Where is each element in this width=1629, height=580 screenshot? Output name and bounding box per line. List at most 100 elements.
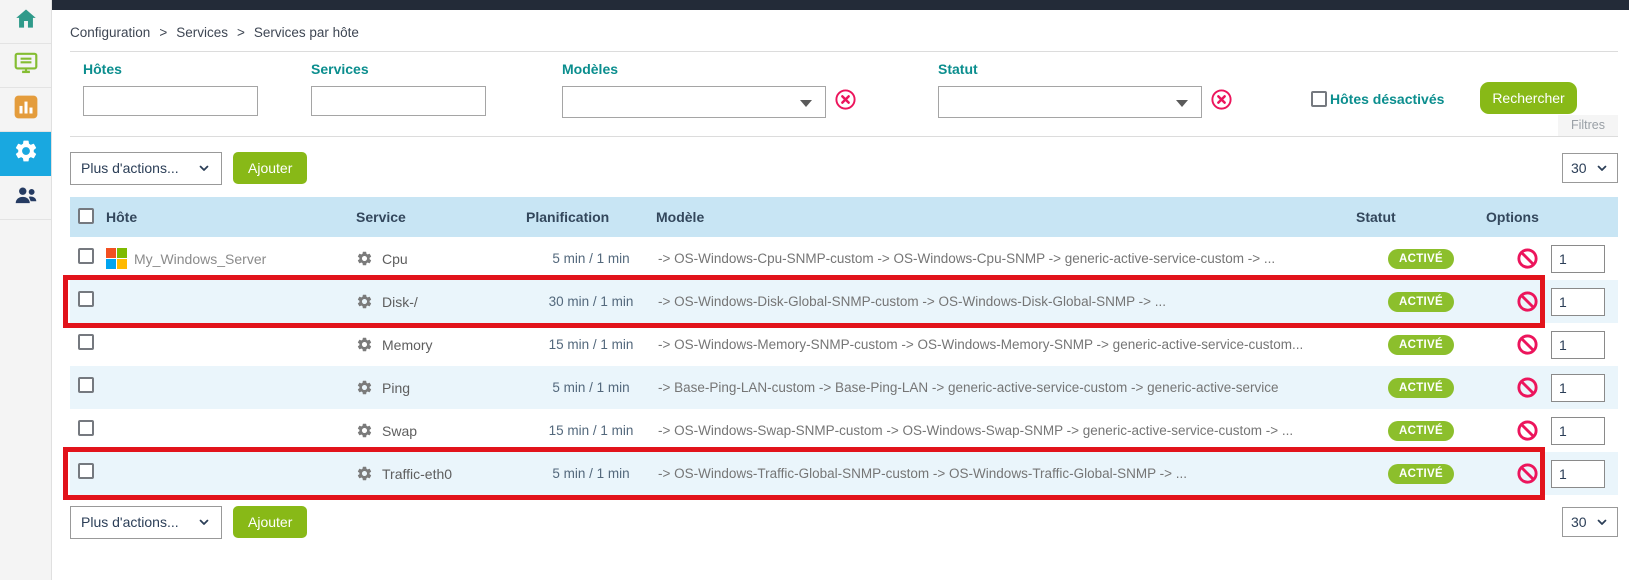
more-actions-label: Plus d'actions...: [81, 514, 179, 530]
service-name[interactable]: Swap: [382, 423, 417, 439]
duplicate-count-input[interactable]: [1551, 374, 1605, 402]
services-by-host-page: Configuration > Services > Services par …: [0, 0, 1629, 580]
scheduling-value: 15 min / 1 min: [526, 323, 656, 366]
breadcrumb-item-services[interactable]: Services: [176, 25, 228, 40]
search-button[interactable]: Rechercher: [1480, 82, 1577, 114]
duplicate-count-input[interactable]: [1551, 288, 1605, 316]
duplicate-count-input[interactable]: [1551, 460, 1605, 488]
disable-icon[interactable]: [1516, 462, 1539, 485]
row-checkbox[interactable]: [78, 463, 94, 479]
services-table: Hôte Service Planification Modèle Statut…: [70, 197, 1618, 495]
template-chain: -> Base-Ping-LAN-custom -> Base-Ping-LAN…: [656, 366, 1356, 409]
breadcrumb-separator: >: [237, 25, 245, 40]
more-actions-select[interactable]: Plus d'actions...: [70, 152, 222, 185]
service-name[interactable]: Traffic-eth0: [382, 466, 452, 482]
status-filter-clear-icon[interactable]: [1210, 88, 1233, 111]
templates-filter-label: Modèles: [562, 61, 826, 77]
chevron-down-icon: [197, 161, 211, 175]
header-status: Statut: [1356, 197, 1486, 237]
host-name[interactable]: My_Windows_Server: [134, 251, 266, 267]
add-button[interactable]: Ajouter: [233, 152, 307, 184]
duplicate-count-input[interactable]: [1551, 245, 1605, 273]
disable-icon[interactable]: [1516, 376, 1539, 399]
gear-icon: [356, 293, 373, 310]
page-size-select[interactable]: 30: [1562, 507, 1618, 537]
more-actions-select[interactable]: Plus d'actions...: [70, 506, 222, 539]
row-checkbox[interactable]: [78, 420, 94, 436]
status-badge: ACTIVÉ: [1388, 335, 1454, 355]
scheduling-value: 5 min / 1 min: [526, 237, 656, 280]
gear-icon: [13, 138, 39, 169]
disable-icon[interactable]: [1516, 333, 1539, 356]
row-checkbox[interactable]: [78, 291, 94, 307]
status-badge: ACTIVÉ: [1388, 464, 1454, 484]
template-chain: -> OS-Windows-Traffic-Global-SNMP-custom…: [656, 452, 1356, 495]
home-icon: [13, 6, 39, 37]
sidebar: [0, 0, 52, 580]
breadcrumb-item-configuration[interactable]: Configuration: [70, 25, 150, 40]
services-filter-input[interactable]: [311, 86, 486, 116]
status-filter-label: Statut: [938, 61, 1202, 77]
gear-icon: [356, 422, 373, 439]
table-header-row: Hôte Service Planification Modèle Statut…: [70, 197, 1618, 237]
service-name[interactable]: Memory: [382, 337, 433, 353]
gear-icon: [356, 250, 373, 267]
row-checkbox[interactable]: [78, 248, 94, 264]
services-filter-label: Services: [311, 61, 486, 77]
hosts-filter-input[interactable]: [83, 86, 258, 116]
duplicate-count-input[interactable]: [1551, 331, 1605, 359]
monitor-list-icon: [13, 50, 39, 81]
disabled-hosts-checkbox[interactable]: [1311, 91, 1327, 107]
service-name[interactable]: Cpu: [382, 251, 408, 267]
status-filter-select[interactable]: [938, 86, 1202, 118]
scheduling-value: 5 min / 1 min: [526, 452, 656, 495]
users-icon: [13, 182, 39, 213]
sidebar-item-home[interactable]: [0, 0, 51, 44]
breadcrumb: Configuration > Services > Services par …: [70, 23, 1618, 41]
gear-icon: [356, 465, 373, 482]
header-service: Service: [356, 197, 526, 237]
chevron-down-icon: [1595, 515, 1609, 529]
scheduling-value: 15 min / 1 min: [526, 409, 656, 452]
row-checkbox[interactable]: [78, 377, 94, 393]
filters-caption: Filtres: [1558, 115, 1618, 136]
disabled-hosts-toggle[interactable]: Hôtes désactivés: [1311, 91, 1444, 107]
chevron-down-icon: [197, 515, 211, 529]
service-name[interactable]: Ping: [382, 380, 410, 396]
disable-icon[interactable]: [1516, 247, 1539, 270]
disabled-hosts-label: Hôtes désactivés: [1330, 91, 1444, 107]
select-all-checkbox[interactable]: [78, 208, 94, 224]
scheduling-value: 5 min / 1 min: [526, 366, 656, 409]
gear-icon: [356, 336, 373, 353]
breadcrumb-item-services-par-hote: Services par hôte: [254, 25, 359, 40]
bar-chart-icon: [13, 94, 39, 125]
disable-icon[interactable]: [1516, 419, 1539, 442]
duplicate-count-input[interactable]: [1551, 417, 1605, 445]
table-row: Memory 15 min / 1 min -> OS-Windows-Memo…: [70, 323, 1618, 366]
dropdown-arrow-icon: [1176, 100, 1188, 107]
row-checkbox[interactable]: [78, 334, 94, 350]
service-name[interactable]: Disk-/: [382, 294, 418, 310]
gear-icon: [356, 379, 373, 396]
sidebar-item-users[interactable]: [0, 176, 51, 220]
scheduling-value: 30 min / 1 min: [526, 280, 656, 323]
hosts-filter-label: Hôtes: [83, 61, 258, 77]
template-chain: -> OS-Windows-Memory-SNMP-custom -> OS-W…: [656, 323, 1356, 366]
header-host: Hôte: [106, 197, 356, 237]
sidebar-item-bar-chart[interactable]: [0, 88, 51, 132]
sidebar-item-monitor[interactable]: [0, 44, 51, 88]
page-size-value: 30: [1571, 514, 1587, 530]
header-template: Modèle: [656, 197, 1356, 237]
header-options: Options: [1486, 197, 1618, 237]
status-badge: ACTIVÉ: [1388, 421, 1454, 441]
sidebar-item-gear[interactable]: [0, 132, 51, 176]
templates-filter-clear-icon[interactable]: [834, 88, 857, 111]
status-badge: ACTIVÉ: [1388, 292, 1454, 312]
filter-panel: Hôtes Services Modèles Statut: [70, 51, 1618, 137]
add-button[interactable]: Ajouter: [233, 506, 307, 538]
dropdown-arrow-icon: [800, 100, 812, 107]
templates-filter-select[interactable]: [562, 86, 826, 118]
page-size-select[interactable]: 30: [1562, 153, 1618, 183]
toolbar-top: Plus d'actions... Ajouter 30: [70, 151, 1618, 185]
disable-icon[interactable]: [1516, 290, 1539, 313]
